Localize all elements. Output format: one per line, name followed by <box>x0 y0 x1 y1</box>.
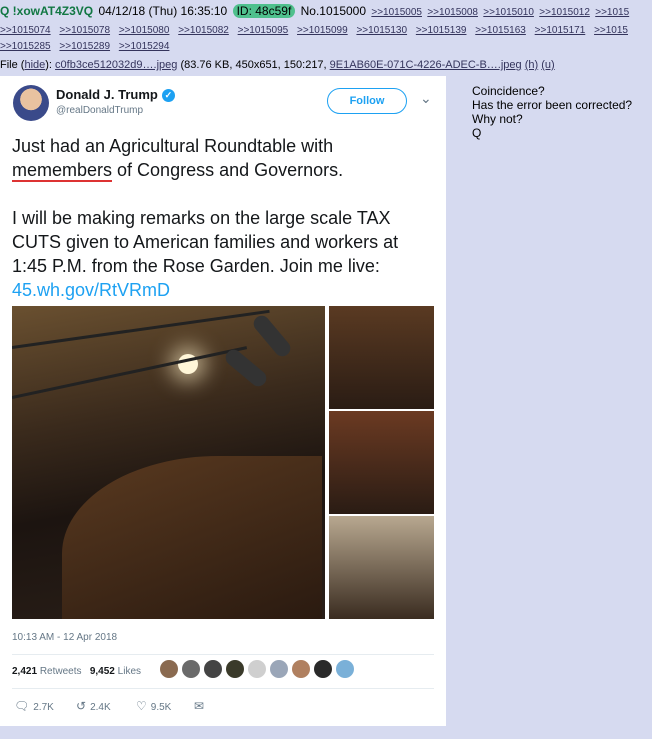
backlink[interactable]: >>1015095 <box>238 25 289 36</box>
liker-avatar <box>248 660 266 678</box>
tweet-paragraph-2: I will be making remarks on the large sc… <box>12 206 437 302</box>
conference-table <box>62 456 322 619</box>
liker-avatar <box>160 660 178 678</box>
backlink[interactable]: >>1015 <box>595 7 629 18</box>
like-action: ♡ 9.5K <box>136 699 171 713</box>
backlinks-row-2: >>1015074 >>1015078 >>1015080 >>1015082 … <box>0 25 634 36</box>
reply-action: 🗨 2.7K <box>14 699 54 713</box>
liker-avatar <box>336 660 354 678</box>
poster-id-badge[interactable]: ID: 48c59f <box>232 4 296 18</box>
post-date: 04/12/18 (Thu) 16:35:10 <box>98 4 228 18</box>
liker-avatar <box>226 660 244 678</box>
tripcode: Q !xowAT4Z3VQ <box>0 4 94 18</box>
backlink[interactable]: >>1015163 <box>475 25 526 36</box>
backlink[interactable]: >>1015139 <box>416 25 467 36</box>
tweet-image[interactable]: Donald J. Trump ✓ @realDonaldTrump Follow… <box>0 76 446 726</box>
file-meta: (83.76 KB, 450x651, 150:217, <box>180 59 327 71</box>
photo-main <box>12 306 325 619</box>
backlink[interactable]: >>1015082 <box>178 25 229 36</box>
tweet-text: Just had an Agricultural Roundtable with… <box>12 134 437 302</box>
backlink[interactable]: >>1015289 <box>59 41 110 52</box>
file-h-link[interactable]: (h) <box>525 59 538 71</box>
file-info: File (hide): c0fb3ce512032d9….jpeg (83.7… <box>0 59 555 71</box>
likes-count: 9,452 <box>89 666 115 677</box>
liker-avatar <box>182 660 200 678</box>
message-line: Q <box>472 126 482 140</box>
backlink[interactable]: >>1015078 <box>59 25 110 36</box>
boom-mic <box>222 346 270 390</box>
chevron-down-icon: ⌄ <box>420 90 432 106</box>
message-line: Has the error been corrected? <box>472 98 633 112</box>
liker-avatar <box>292 660 310 678</box>
tweet-text-suffix: of Congress and Governors. <box>112 160 344 180</box>
retweet-icon: ↺ <box>76 699 87 713</box>
follow-button: Follow <box>327 88 407 114</box>
backlink[interactable]: >>1015130 <box>356 25 407 36</box>
backlink[interactable]: >>1015010 <box>483 7 534 18</box>
reply-count: 2.7K <box>33 702 54 713</box>
boom-mic <box>250 312 294 360</box>
backlink[interactable]: >>1015005 <box>371 7 422 18</box>
tweet-paragraph-1: Just had an Agricultural Roundtable with… <box>12 134 437 182</box>
tweet-link: 45.wh.gov/RtVRmD <box>12 280 171 300</box>
liker-avatar <box>270 660 288 678</box>
backlink[interactable]: >>1015 <box>594 25 628 36</box>
file-name-link[interactable]: c0fb3ce512032d9….jpeg <box>55 59 177 71</box>
heart-icon: ♡ <box>136 699 147 713</box>
misspelled-word: memembers <box>12 160 113 182</box>
backlink[interactable]: >>1015285 <box>0 41 51 52</box>
retweets-label: Retweets <box>39 666 82 677</box>
engagement-stats: 2,421 Retweets 9,452 Likes <box>12 666 141 677</box>
backlink[interactable]: >>1015008 <box>427 7 478 18</box>
backlink[interactable]: >>1015012 <box>539 7 590 18</box>
backlink[interactable]: >>1015294 <box>119 41 170 52</box>
photo-middle-right <box>329 411 434 514</box>
tweet-text-body: I will be making remarks on the large sc… <box>12 208 399 276</box>
boom-mic-pole <box>12 346 248 399</box>
dm-action: ✉ <box>194 699 208 713</box>
retweet-action: ↺ 2.4K <box>76 699 111 713</box>
backlink[interactable]: >>1015099 <box>297 25 348 36</box>
divider <box>12 654 434 655</box>
file-prefix-close: ): <box>45 59 52 71</box>
original-filename-link[interactable]: 9E1AB60E-071C-4226-ADEC-B….jpeg <box>330 59 522 71</box>
backlink[interactable]: >>1015080 <box>119 25 170 36</box>
tweet-author-name: Donald J. Trump ✓ <box>56 87 175 102</box>
like-count: 9.5K <box>150 702 172 713</box>
verified-badge-icon: ✓ <box>161 89 175 102</box>
envelope-icon: ✉ <box>194 699 205 713</box>
backlink[interactable]: >>1015074 <box>0 25 51 36</box>
tweet-handle: @realDonaldTrump <box>56 105 144 116</box>
author-name-text: Donald J. Trump <box>56 87 158 102</box>
tweet-text-prefix: Just had an Agricultural Roundtable with <box>12 136 334 156</box>
post-header: Q !xowAT4Z3VQ 04/12/18 (Thu) 16:35:10 ID… <box>0 4 631 18</box>
backlink[interactable]: >>1015171 <box>535 25 586 36</box>
photo-top-right <box>329 306 434 409</box>
hide-file-link[interactable]: hide <box>24 59 45 71</box>
backlinks-row-3: >>1015285 >>1015289 >>1015294 <box>0 41 175 52</box>
liker-avatar <box>204 660 222 678</box>
post-message: Coincidence? Has the error been correcte… <box>472 84 632 140</box>
divider <box>12 688 434 689</box>
post-number[interactable]: No.1015000 <box>301 4 366 18</box>
tweet-timestamp: 10:13 AM - 12 Apr 2018 <box>12 632 118 643</box>
boom-mic-pole <box>12 309 270 349</box>
avatar <box>13 85 49 121</box>
photo-bottom-right <box>329 516 434 619</box>
reply-icon: 🗨 <box>14 699 30 713</box>
liker-avatar <box>314 660 332 678</box>
retweets-count: 2,421 <box>12 666 38 677</box>
tweet-photos <box>12 306 434 619</box>
file-prefix: File ( <box>0 59 25 71</box>
retweet-count: 2.4K <box>90 702 111 713</box>
message-line: Why not? <box>472 112 523 126</box>
likes-label: Likes <box>117 666 142 677</box>
message-line: Coincidence? <box>472 84 545 98</box>
file-u-link[interactable]: (u) <box>541 59 554 71</box>
